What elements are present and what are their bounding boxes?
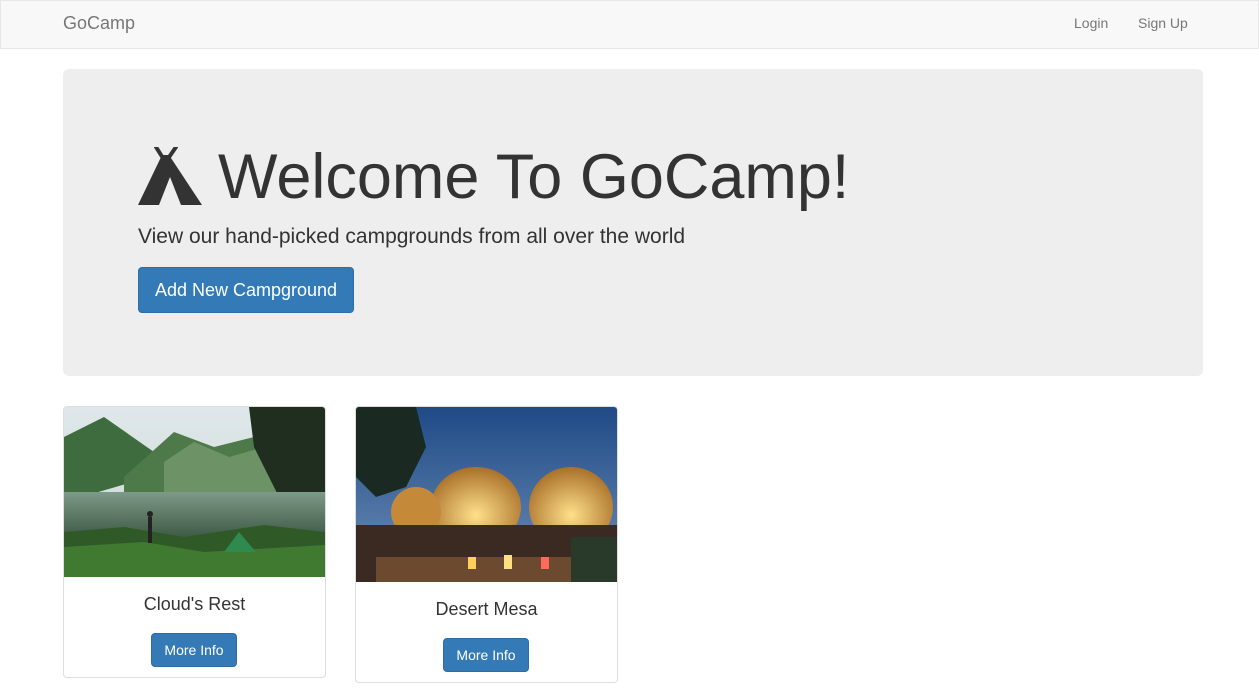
campground-card: Cloud's Rest More Info xyxy=(63,406,326,678)
campground-image xyxy=(356,407,617,582)
campground-card: Desert Mesa More Info xyxy=(355,406,618,683)
signup-link[interactable]: Sign Up xyxy=(1138,15,1188,31)
more-info-button[interactable]: More Info xyxy=(151,633,237,667)
jumbotron: Welcome To GoCamp! View our hand-picked … xyxy=(63,69,1203,376)
login-link[interactable]: Login xyxy=(1074,15,1108,31)
navbar: GoCamp Login Sign Up xyxy=(0,0,1259,49)
page-title: Welcome To GoCamp! xyxy=(138,137,849,217)
page-subtitle: View our hand-picked campgrounds from al… xyxy=(138,225,686,248)
campground-name: Cloud's Rest xyxy=(143,594,246,614)
add-campground-button[interactable]: Add New Campground xyxy=(138,267,354,313)
brand-link[interactable]: GoCamp xyxy=(63,13,135,34)
more-info-button[interactable]: More Info xyxy=(443,638,529,672)
campground-image xyxy=(64,407,325,577)
tent-icon xyxy=(138,147,202,205)
page-title-text: Welcome To GoCamp! xyxy=(218,142,850,212)
campground-name: Desert Mesa xyxy=(435,599,538,619)
